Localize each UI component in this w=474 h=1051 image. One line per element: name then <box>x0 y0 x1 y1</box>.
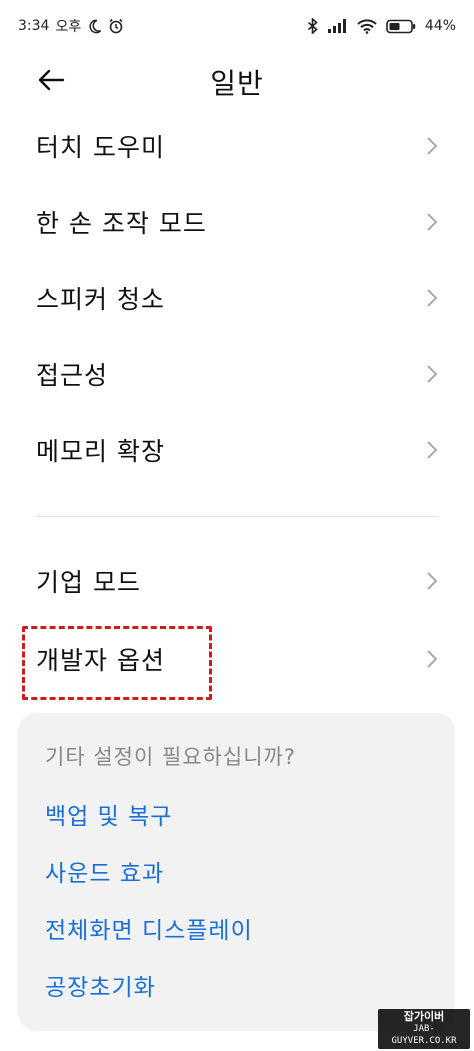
status-ampm: 오후 <box>55 19 82 35</box>
status-left: 3:34 오후 <box>18 16 124 36</box>
page-title: 일반 <box>210 67 264 100</box>
suggestion-link-fullscreen-display[interactable]: 전체화면 디스플레이 <box>45 911 253 945</box>
chevron-right-icon <box>426 288 438 308</box>
menu-item-touch-assistant[interactable]: 터치 도우미 <box>0 108 474 184</box>
menu-item-label: 한 손 조작 모드 <box>36 209 207 238</box>
status-time: 3:34 <box>18 18 50 34</box>
wifi-icon <box>357 18 377 34</box>
menu-item-label: 접근성 <box>36 361 109 390</box>
alarm-icon <box>108 18 124 34</box>
menu-item-developer-options[interactable]: 개발자 옵션 <box>0 621 474 697</box>
menu-item-label: 스피커 청소 <box>36 285 165 314</box>
chevron-right-icon <box>426 649 438 669</box>
app-header: 일반 <box>0 52 474 108</box>
watermark: 잡가이버 JAB-GUYVER.CO.KR <box>378 1009 470 1049</box>
menu-item-memory-extension[interactable]: 메모리 확장 <box>0 412 474 488</box>
menu-item-one-hand-mode[interactable]: 한 손 조작 모드 <box>0 184 474 260</box>
menu-item-label: 개발자 옵션 <box>36 646 165 675</box>
chevron-right-icon <box>426 136 438 156</box>
chevron-right-icon <box>426 364 438 384</box>
menu-item-label: 기업 모드 <box>36 568 141 597</box>
signal-icon <box>327 19 348 33</box>
watermark-line2: JAB-GUYVER.CO.KR <box>391 1024 457 1046</box>
watermark-line1: 잡가이버 <box>403 1010 445 1023</box>
menu-item-enterprise-mode[interactable]: 기업 모드 <box>0 543 474 619</box>
menu-item-label: 터치 도우미 <box>36 133 165 162</box>
suggestion-link-factory-reset[interactable]: 공장초기화 <box>45 968 156 1002</box>
chevron-right-icon <box>426 212 438 232</box>
chevron-right-icon <box>426 440 438 460</box>
menu-item-accessibility[interactable]: 접근성 <box>0 336 474 412</box>
moon-icon <box>87 19 102 34</box>
bluetooth-icon <box>307 18 319 34</box>
battery-icon <box>386 19 416 34</box>
status-bar: 3:34 오후 44% <box>0 0 474 52</box>
menu-item-speaker-cleaning[interactable]: 스피커 청소 <box>0 260 474 336</box>
section-divider <box>36 516 438 517</box>
suggestions-title: 기타 설정이 필요하십니까? <box>45 745 297 769</box>
suggestion-link-backup-restore[interactable]: 백업 및 복구 <box>45 797 172 831</box>
battery-percent: 44% <box>424 18 456 34</box>
status-right: 44% <box>307 18 456 34</box>
menu-item-label: 메모리 확장 <box>36 437 165 466</box>
chevron-right-icon <box>426 571 438 591</box>
suggestions-card: 기타 설정이 필요하십니까? 백업 및 복구 사운드 효과 전체화면 디스플레이… <box>18 713 455 1031</box>
suggestion-link-sound-effects[interactable]: 사운드 효과 <box>45 854 164 888</box>
